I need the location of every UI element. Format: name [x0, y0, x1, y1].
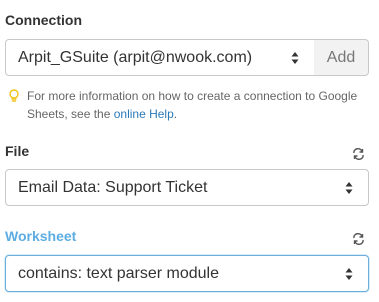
connection-hint: For more information on how to create a … [8, 87, 372, 123]
online-help-link[interactable]: online Help [114, 107, 174, 121]
add-connection-button[interactable]: Add [314, 39, 369, 76]
refresh-icon[interactable] [351, 147, 365, 161]
lightbulb-icon [8, 89, 22, 123]
worksheet-select[interactable]: contains: text parser module [5, 255, 369, 292]
refresh-icon[interactable] [351, 232, 365, 246]
sort-caret-icon [342, 179, 356, 197]
connection-label: Connection [5, 12, 82, 28]
file-select[interactable]: Email Data: Support Ticket [5, 169, 369, 206]
hint-text: For more information on how to create a … [27, 89, 358, 121]
file-select-value: Email Data: Support Ticket [18, 178, 208, 196]
hint-suffix: . [173, 107, 178, 121]
sort-caret-icon [342, 265, 356, 283]
connection-select-value: Arpit_GSuite (arpit@nwook.com) [18, 48, 253, 66]
hint-text-wrap: For more information on how to create a … [27, 87, 372, 123]
sort-caret-icon [288, 49, 302, 67]
file-label: File [5, 143, 30, 159]
connection-select[interactable]: Arpit_GSuite (arpit@nwook.com) [5, 39, 315, 76]
worksheet-label: Worksheet [5, 228, 77, 244]
worksheet-select-value: contains: text parser module [18, 264, 219, 282]
